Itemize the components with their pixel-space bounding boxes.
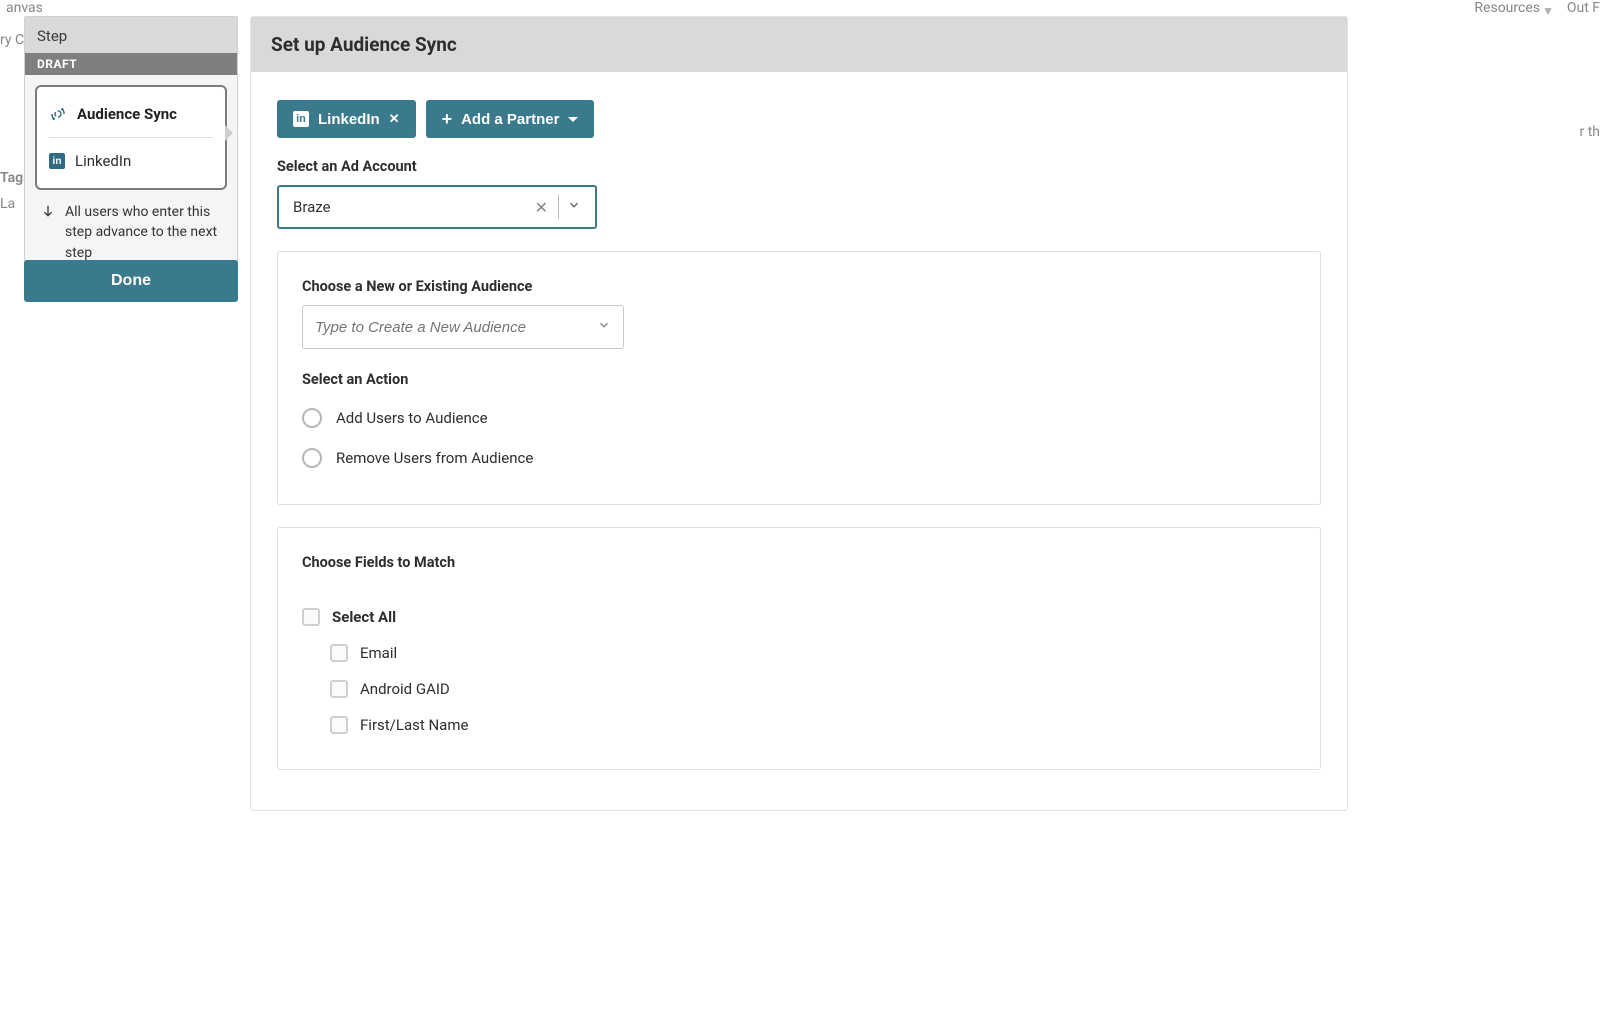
step-card-partner: LinkedIn [75, 152, 131, 170]
field-row-android-gaid[interactable]: Android GAID [330, 671, 1296, 707]
checkbox-icon[interactable] [330, 644, 348, 662]
checkbox-icon[interactable] [330, 680, 348, 698]
field-row-email[interactable]: Email [330, 635, 1296, 671]
arrow-down-icon [41, 204, 55, 218]
main-body: in LinkedIn ✕ + Add a Partner Select an … [251, 72, 1347, 810]
chevron-down-icon[interactable] [563, 198, 585, 216]
step-panel-title: Step [25, 17, 237, 53]
separator [558, 195, 559, 219]
partner-row: in LinkedIn ✕ + Add a Partner [277, 100, 1321, 138]
bg-text: anvas [6, 0, 43, 16]
field-row-name[interactable]: First/Last Name [330, 707, 1296, 743]
select-all-label: Select All [332, 608, 396, 626]
partner-chip-label: LinkedIn [318, 111, 380, 128]
audience-input[interactable] [315, 319, 597, 336]
bg-text: Out F [1567, 0, 1600, 16]
audience-combobox[interactable] [302, 305, 624, 349]
step-panel: Step DRAFT Audience Sync in LinkedIn [24, 16, 238, 276]
advance-info: All users who enter this step advance to… [35, 190, 227, 263]
step-panel-body: Audience Sync in LinkedIn All users who … [25, 75, 237, 275]
checkbox-icon[interactable] [302, 608, 320, 626]
done-button[interactable]: Done [24, 260, 238, 302]
linkedin-icon: in [293, 111, 309, 127]
clear-icon[interactable]: ✕ [529, 198, 554, 217]
audience-card: Choose a New or Existing Audience Select… [277, 251, 1321, 505]
select-all-row[interactable]: Select All [302, 599, 1296, 635]
radio-remove-label: Remove Users from Audience [336, 449, 533, 467]
select-action-label: Select an Action [302, 371, 1296, 388]
draft-badge: DRAFT [25, 53, 237, 75]
main-title: Set up Audience Sync [251, 17, 1347, 72]
chevron-down-icon[interactable] [597, 318, 611, 336]
step-card-title: Audience Sync [77, 105, 177, 123]
field-label-name: First/Last Name [360, 716, 468, 734]
choose-audience-label: Choose a New or Existing Audience [302, 278, 1296, 295]
step-card[interactable]: Audience Sync in LinkedIn [35, 85, 227, 190]
bg-resources: Resources [1474, 0, 1540, 16]
caret-down-icon: ▼ [1542, 4, 1554, 18]
caret-down-icon [568, 117, 578, 122]
field-label-android-gaid: Android GAID [360, 680, 450, 698]
partner-chip-linkedin[interactable]: in LinkedIn ✕ [277, 100, 416, 138]
field-label-email: Email [360, 644, 397, 662]
add-partner-label: Add a Partner [461, 111, 559, 128]
bg-text: La [0, 196, 15, 212]
radio-remove-users[interactable]: Remove Users from Audience [302, 438, 1296, 478]
radio-icon[interactable] [302, 408, 322, 428]
ad-account-select[interactable]: Braze ✕ [277, 185, 597, 229]
radio-add-users[interactable]: Add Users to Audience [302, 398, 1296, 438]
linkedin-icon: in [49, 153, 65, 169]
plus-icon: + [442, 110, 453, 128]
bg-text: ry C [0, 32, 24, 48]
advance-text: All users who enter this step advance to… [65, 202, 221, 263]
step-card-partner-row: in LinkedIn [49, 148, 213, 174]
add-partner-button[interactable]: + Add a Partner [426, 100, 595, 138]
bg-text: r th [1579, 124, 1600, 140]
checkbox-icon[interactable] [330, 716, 348, 734]
ad-account-label: Select an Ad Account [277, 158, 1321, 175]
radio-add-label: Add Users to Audience [336, 409, 488, 427]
audience-sync-icon [49, 105, 67, 123]
fields-card: Choose Fields to Match Select All Email … [277, 527, 1321, 770]
action-radio-group: Select an Action Add Users to Audience R… [302, 371, 1296, 478]
divider [49, 137, 213, 138]
close-icon[interactable]: ✕ [389, 111, 400, 127]
ad-account-value: Braze [293, 198, 529, 216]
main-panel: Set up Audience Sync in LinkedIn ✕ + Add… [250, 16, 1348, 811]
step-card-title-row: Audience Sync [49, 101, 213, 127]
choose-fields-label: Choose Fields to Match [302, 554, 1296, 571]
radio-icon[interactable] [302, 448, 322, 468]
